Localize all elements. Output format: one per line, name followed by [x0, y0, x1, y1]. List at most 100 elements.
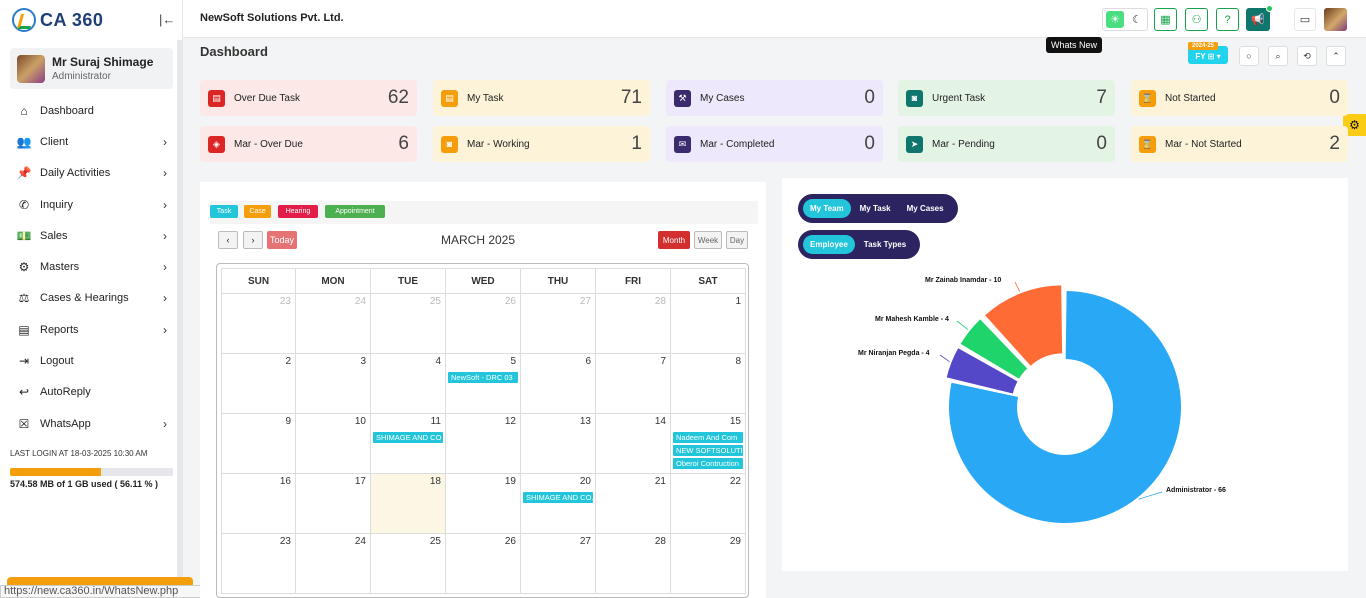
calendar-day-cell[interactable]: 22 [671, 474, 746, 534]
week-view-button[interactable]: Week [694, 231, 722, 249]
day-number[interactable]: 27 [580, 296, 591, 307]
stat-card-mar-completed[interactable]: ✉ Mar - Completed 0 [666, 126, 883, 162]
sidebar-item-inquiry[interactable]: ✆ Inquiry › [10, 189, 173, 220]
sidebar-item-cases-hearings[interactable]: ⚖ Cases & Hearings › [10, 283, 173, 314]
day-number[interactable]: 6 [585, 356, 591, 367]
day-number[interactable]: 8 [735, 356, 741, 367]
sidebar-item-autoreply[interactable]: ↩ AutoReply [10, 377, 173, 408]
day-view-button[interactable]: Day [726, 231, 748, 249]
calendar-day-cell[interactable]: 6 [521, 354, 596, 414]
calendar-day-cell[interactable]: 8 [671, 354, 746, 414]
day-number[interactable]: 5 [510, 356, 516, 367]
calendar-day-cell[interactable]: 10 [296, 414, 371, 474]
calendar-day-cell[interactable]: 25 [371, 534, 446, 594]
pin-button[interactable]: ⌕ [1268, 46, 1288, 66]
stat-card-my-cases[interactable]: ⚒ My Cases 0 [666, 80, 883, 116]
day-number[interactable]: 11 [431, 416, 441, 427]
sidebar-item-daily-activities[interactable]: 📌 Daily Activities › [10, 158, 173, 189]
day-number[interactable]: 2 [285, 356, 291, 367]
calendar-day-cell[interactable]: 23 [221, 294, 296, 354]
whats-new-button[interactable]: 📢 [1246, 5, 1273, 31]
header-avatar[interactable] [1324, 8, 1347, 31]
day-number[interactable]: 1 [735, 296, 741, 307]
calendar-day-cell[interactable]: 21 [596, 474, 671, 534]
day-number[interactable]: 15 [730, 416, 741, 427]
calendar-day-cell[interactable]: 2 [221, 354, 296, 414]
month-view-button[interactable]: Month [658, 231, 690, 249]
day-number[interactable]: 21 [655, 476, 666, 487]
calendar-day-cell[interactable]: 24 [296, 294, 371, 354]
day-number[interactable]: 9 [285, 416, 291, 427]
day-number[interactable]: 23 [280, 536, 291, 547]
theme-toggle[interactable]: ☀ ☾ [1102, 8, 1148, 31]
calendar-day-cell[interactable]: 9 [221, 414, 296, 474]
day-number[interactable]: 3 [360, 356, 366, 367]
calendar-day-cell[interactable]: 17 [296, 474, 371, 534]
day-number[interactable]: 13 [580, 416, 591, 427]
calendar-day-cell[interactable]: 12 [446, 414, 521, 474]
day-number[interactable]: 25 [430, 296, 441, 307]
calendar-day-cell[interactable]: 18 [371, 474, 446, 534]
stat-card-mar-not-started[interactable]: ⌛ Mar - Not Started 2 [1131, 126, 1348, 162]
legend-appointment[interactable]: Appointment [325, 205, 385, 218]
collapse-up-button[interactable]: ⌃ [1326, 46, 1346, 66]
day-number[interactable]: 26 [505, 536, 516, 547]
calendar-day-cell[interactable]: 20 SHIMAGE AND CO. [521, 474, 596, 534]
calendar-day-cell[interactable]: 25 [371, 294, 446, 354]
collapse-sidebar-icon[interactable]: |← [159, 12, 175, 27]
stat-card-mar-over-due[interactable]: ◈ Mar - Over Due 6 [200, 126, 417, 162]
sidebar-scrollbar[interactable] [177, 40, 182, 598]
qr-code-button[interactable]: ▦ [1154, 8, 1177, 31]
day-number[interactable]: 29 [730, 536, 741, 547]
user-profile[interactable]: Mr Suraj Shimage Administrator [10, 48, 173, 89]
calendar-day-cell[interactable]: 11 SHIMAGE AND CO [371, 414, 446, 474]
sidebar-item-dashboard[interactable]: ⌂ Dashboard [10, 95, 173, 126]
stat-card-my-task[interactable]: ▤ My Task 71 [433, 80, 650, 116]
day-number[interactable]: 22 [730, 476, 741, 487]
day-number[interactable]: 26 [505, 296, 516, 307]
day-number[interactable]: 28 [655, 536, 666, 547]
calendar-day-cell[interactable]: 26 [446, 294, 521, 354]
stat-card-mar-working[interactable]: ◙ Mar - Working 1 [433, 126, 650, 162]
day-number[interactable]: 7 [660, 356, 666, 367]
day-number[interactable]: 16 [280, 476, 291, 487]
day-number[interactable]: 14 [655, 416, 666, 427]
stat-card-over-due-task[interactable]: ▤ Over Due Task 62 [200, 80, 417, 116]
calendar-day-cell[interactable]: 4 [371, 354, 446, 414]
calendar-day-cell[interactable]: 5 NewSoft - DRC 03 [446, 354, 521, 414]
day-number[interactable]: 24 [355, 296, 366, 307]
sidebar-item-masters[interactable]: ⚙ Masters › [10, 251, 173, 282]
calendar-day-cell[interactable]: 27 [521, 294, 596, 354]
calendar-event[interactable]: SHIMAGE AND CO [373, 432, 443, 443]
help-button[interactable]: ? [1216, 8, 1239, 31]
calendar-day-cell[interactable]: 28 [596, 294, 671, 354]
day-number[interactable]: 20 [580, 476, 591, 487]
calendar-day-cell[interactable]: 29 [671, 534, 746, 594]
calendar-event[interactable]: SHIMAGE AND CO. [523, 492, 593, 503]
day-number[interactable]: 24 [355, 536, 366, 547]
calendar-day-cell[interactable]: 14 [596, 414, 671, 474]
day-number[interactable]: 23 [280, 296, 291, 307]
sun-icon[interactable]: ☀ [1106, 11, 1124, 28]
day-number[interactable]: 27 [580, 536, 591, 547]
day-number[interactable]: 18 [430, 476, 441, 487]
calendar-day-cell[interactable]: 23 [221, 534, 296, 594]
messages-button[interactable]: ▭ [1294, 8, 1316, 31]
stat-card-urgent-task[interactable]: ◙ Urgent Task 7 [898, 80, 1115, 116]
day-number[interactable]: 12 [505, 416, 516, 427]
calendar-day-cell[interactable]: 24 [296, 534, 371, 594]
calendar-day-cell[interactable]: 26 [446, 534, 521, 594]
team-button[interactable]: ⚇ [1185, 8, 1208, 31]
day-number[interactable]: 25 [430, 536, 441, 547]
day-number[interactable]: 4 [435, 356, 441, 367]
refresh-button[interactable]: ○ [1239, 46, 1259, 66]
calendar-event[interactable]: Oberoi Contruction [673, 458, 743, 469]
stat-card-not-started[interactable]: ⌛ Not Started 0 [1131, 80, 1348, 116]
legend-task[interactable]: Task [210, 205, 238, 218]
calendar-day-cell[interactable]: 3 [296, 354, 371, 414]
legend-hearing[interactable]: Hearing [278, 205, 318, 218]
calendar-event[interactable]: NEW SOFTSOLUTIO [673, 445, 743, 456]
day-number[interactable]: 28 [655, 296, 666, 307]
calendar-day-cell[interactable]: 13 [521, 414, 596, 474]
moon-icon[interactable]: ☾ [1130, 13, 1144, 26]
